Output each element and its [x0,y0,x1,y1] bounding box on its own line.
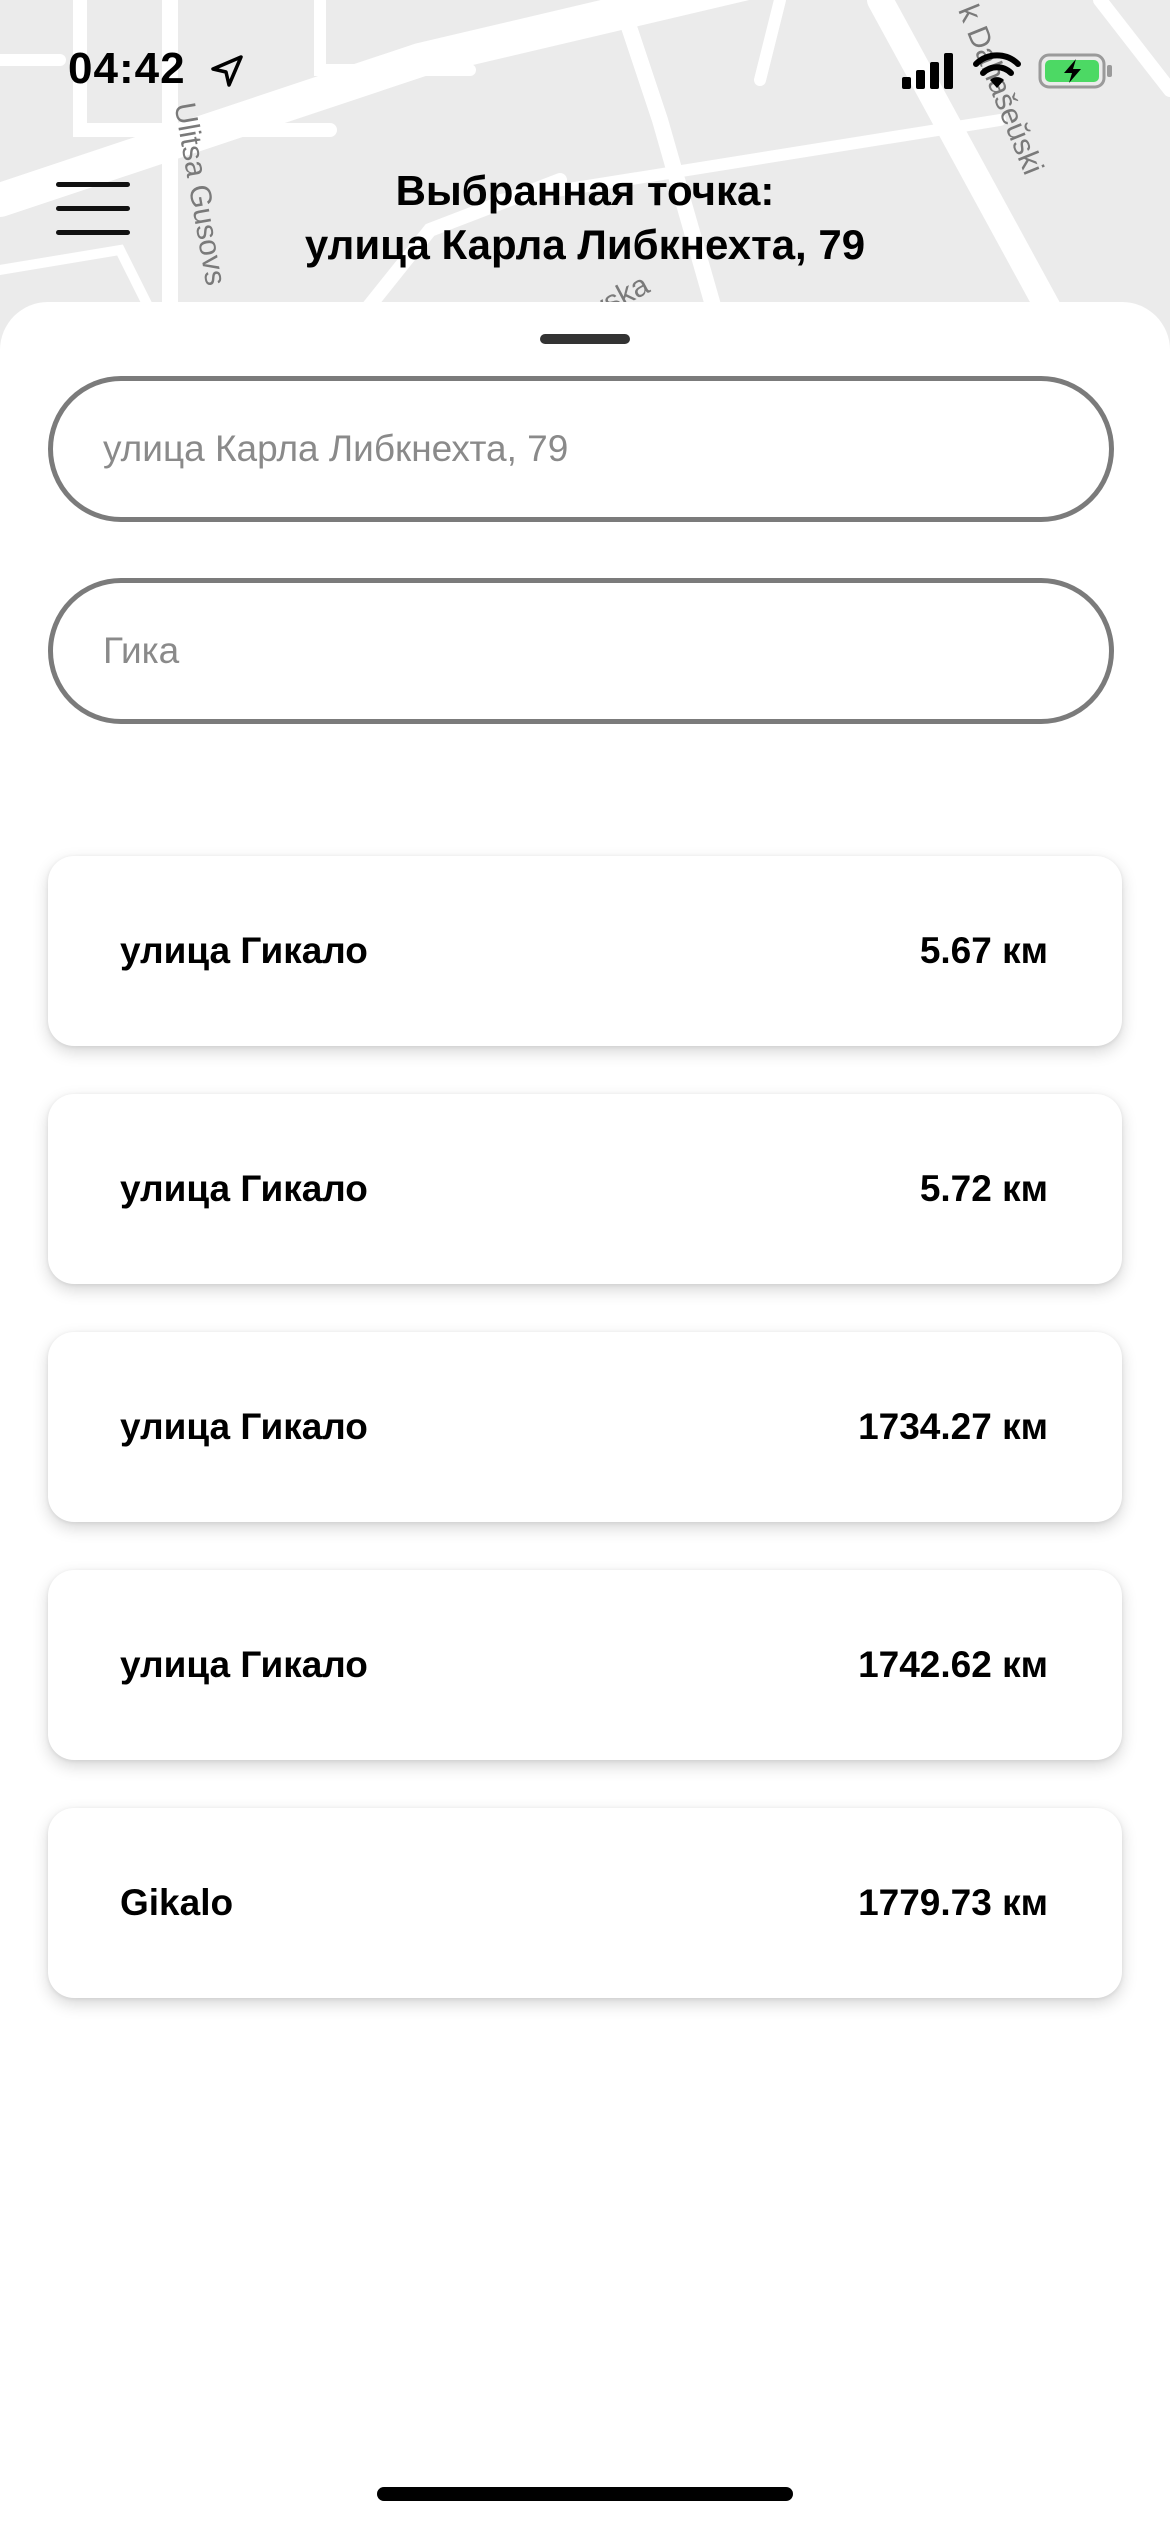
from-address-input[interactable] [53,381,1109,517]
result-distance: 1734.27 км [858,1406,1048,1447]
to-address-field[interactable] [48,578,1114,724]
home-indicator[interactable] [377,2487,793,2501]
result-name: улица Гикало [120,930,368,971]
result-name: улица Гикало [120,1406,368,1447]
page-title-line2: улица Карла Либкнехта, 79 [304,221,866,268]
result-name: Gikalo [120,1882,234,1923]
page-title-line1: Выбранная точка: [395,167,775,214]
status-icons [902,52,1114,90]
location-arrow-icon [211,55,243,87]
to-address-input[interactable] [53,583,1109,719]
sheet-drag-handle[interactable] [540,334,630,344]
wifi-icon [973,52,1021,88]
result-item[interactable]: улица Гикало 1734.27 км [48,1332,1122,1522]
cellular-signal-icon [902,53,953,89]
result-item[interactable]: Gikalo 1779.73 км [48,1808,1122,1998]
battery-charging-icon [1038,53,1112,89]
result-distance: 1779.73 км [858,1882,1048,1923]
results-list: улица Гикало 5.67 км улица Гикало 5.72 к… [48,856,1122,2046]
result-name: улица Гикало [120,1644,368,1685]
result-item[interactable]: улица Гикало 5.72 км [48,1094,1122,1284]
result-distance: 1742.62 км [858,1644,1048,1685]
status-time: 04:42 [68,44,186,93]
from-address-field[interactable] [48,376,1114,522]
result-item[interactable]: улица Гикало 5.67 км [48,856,1122,1046]
result-item[interactable]: улица Гикало 1742.62 км [48,1570,1122,1760]
page-title: Выбранная точка: улица Карла Либкнехта, … [0,164,1170,272]
result-name: улица Гикало [120,1168,368,1209]
result-distance: 5.72 км [919,1168,1048,1209]
result-distance: 5.67 км [919,930,1048,971]
